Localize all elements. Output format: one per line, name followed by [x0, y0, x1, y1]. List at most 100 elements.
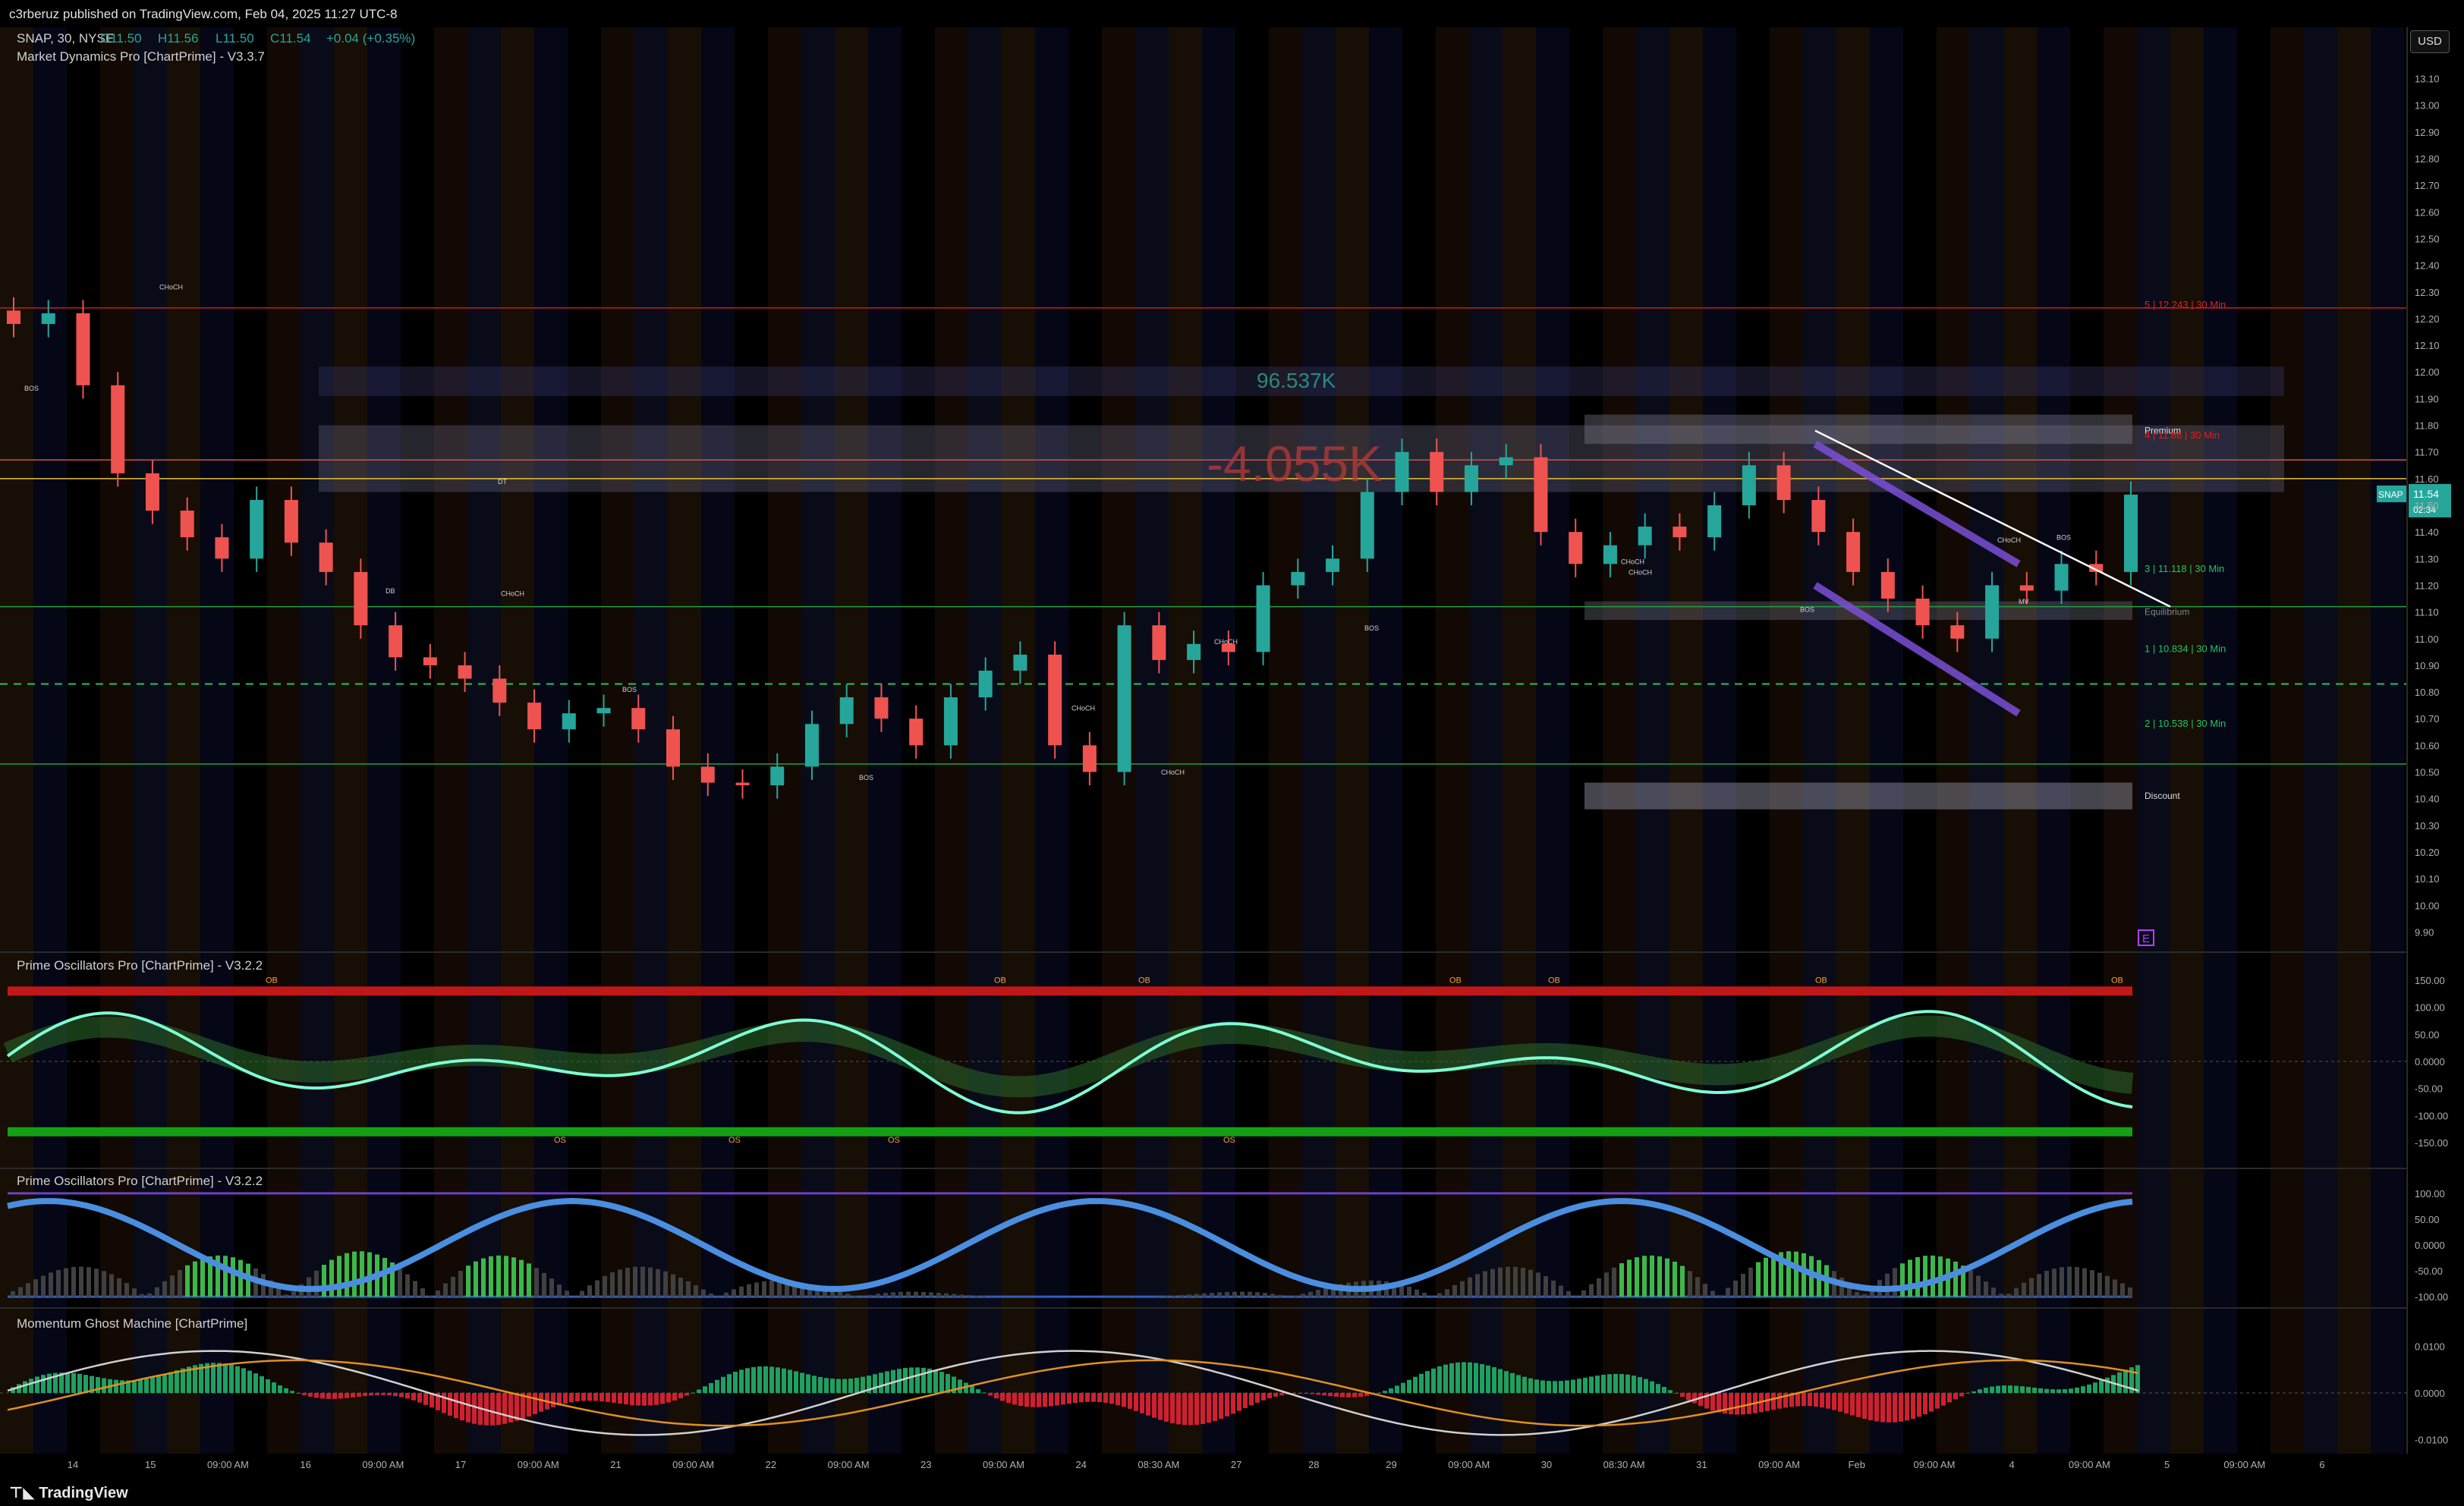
time-axis[interactable]: 14 15 09:00 AM 16 09:00 AM 17 09:00 AM 21 09:00 …: [68, 1459, 2325, 1470]
histogram-bar: [967, 1294, 971, 1297]
time-axis-label: 09:00 AM: [362, 1459, 404, 1470]
candle-body[interactable]: [41, 313, 55, 324]
histogram-bar: [724, 1292, 729, 1297]
candle-body[interactable]: [76, 313, 90, 385]
momentum-bar: [1935, 1393, 1940, 1409]
histogram-bar: [1316, 1290, 1320, 1297]
price-axis-label: 12.00: [2415, 366, 2440, 378]
time-axis-label: 27: [1231, 1459, 1241, 1470]
candle-body[interactable]: [839, 697, 854, 725]
candle-body[interactable]: [1395, 451, 1409, 492]
candle-body[interactable]: [527, 703, 542, 730]
candle-body[interactable]: [111, 385, 125, 473]
candle-body[interactable]: [978, 670, 993, 698]
candle-body[interactable]: [284, 499, 298, 543]
candle-body[interactable]: [666, 729, 681, 767]
candle-body[interactable]: [1048, 654, 1062, 746]
candle-body[interactable]: [1880, 571, 1895, 599]
candle-body[interactable]: [1846, 532, 1861, 572]
price-tag-value: 11.54: [2413, 488, 2439, 500]
chart-canvas[interactable]: 96.537K-4.055KPremiumEquilibriumDiscount…: [0, 27, 2464, 1478]
candle-body[interactable]: [1811, 499, 1826, 533]
session-band: [1235, 27, 1269, 1454]
momentum-bar: [132, 1380, 137, 1393]
momentum-bar: [1176, 1393, 1181, 1425]
candle-body[interactable]: [458, 665, 472, 679]
candle-body[interactable]: [492, 678, 507, 703]
candle-body[interactable]: [2019, 585, 2034, 591]
level-label: 3 | 11.118 | 30 Min: [2145, 563, 2224, 574]
candle-body[interactable]: [1534, 457, 1548, 533]
momentum-bar: [515, 1393, 519, 1421]
candle-body[interactable]: [1707, 505, 1722, 538]
session-band: [200, 27, 234, 1454]
momentum-bar: [1407, 1379, 1411, 1393]
candle-body[interactable]: [1430, 451, 1444, 492]
tradingview-logo[interactable]: ⊤◣ TradingView: [9, 1483, 128, 1502]
candle-body[interactable]: [1915, 599, 1930, 626]
candle-body[interactable]: [874, 697, 889, 719]
candle-body[interactable]: [7, 310, 20, 324]
momentum-bar: [1777, 1393, 1782, 1409]
candle-body[interactable]: [389, 625, 403, 658]
momentum-bar: [423, 1393, 428, 1405]
candle-body[interactable]: [250, 499, 264, 559]
histogram-bar: [694, 1285, 698, 1297]
candle-body[interactable]: [596, 708, 611, 714]
candle-body[interactable]: [1117, 625, 1131, 772]
candle-body[interactable]: [1152, 625, 1166, 660]
histogram-bar: [1999, 1294, 2003, 1297]
candle-body[interactable]: [562, 713, 576, 730]
candle-body[interactable]: [2124, 494, 2138, 572]
candle-body[interactable]: [1360, 492, 1374, 559]
momentum-bar: [1893, 1393, 1897, 1423]
session-band: [2070, 27, 2104, 1454]
pane1-axis-label: 100.00: [2415, 1002, 2445, 1014]
candle-body[interactable]: [1464, 465, 1478, 492]
candle-body[interactable]: [735, 782, 750, 786]
candle-body[interactable]: [1291, 571, 1305, 586]
momentum-bar: [1012, 1393, 1017, 1405]
candle-body[interactable]: [631, 708, 646, 730]
ohlc-high: H11.56: [158, 31, 199, 46]
candle-body[interactable]: [770, 766, 785, 786]
candle-body[interactable]: [1985, 585, 2000, 639]
session-band: [701, 27, 735, 1454]
pane1-axis-label: 50.00: [2415, 1029, 2440, 1040]
candle-body[interactable]: [1603, 545, 1617, 564]
ob-marker: OB: [266, 976, 278, 986]
candle-body[interactable]: [2054, 564, 2069, 591]
candle-body[interactable]: [1950, 625, 1965, 639]
momentum-bar: [1540, 1380, 1545, 1393]
candle-body[interactable]: [700, 766, 715, 783]
momentum-bar: [624, 1393, 628, 1405]
candle-body[interactable]: [145, 473, 159, 511]
candle-body[interactable]: [215, 537, 229, 559]
candle-body[interactable]: [1638, 527, 1652, 545]
momentum-bar: [806, 1374, 810, 1393]
candle-body[interactable]: [909, 718, 924, 746]
candle-body[interactable]: [1499, 457, 1513, 466]
candle-body[interactable]: [319, 542, 333, 572]
momentum-bar: [2008, 1385, 2012, 1393]
candle-body[interactable]: [1082, 745, 1097, 772]
histogram-bar: [2128, 1287, 2132, 1297]
candle-body[interactable]: [1326, 558, 1340, 572]
candle-body[interactable]: [423, 657, 437, 665]
candle-body[interactable]: [1013, 654, 1027, 671]
price-axis[interactable]: 13.10 13.00 12.90 12.80 12.70 12.60 12.50 12.40…: [2415, 74, 2440, 938]
candle-body[interactable]: [1569, 532, 1583, 564]
candle-body[interactable]: [1256, 585, 1270, 652]
candle-body[interactable]: [354, 571, 368, 626]
momentum-bar: [1534, 1379, 1539, 1393]
candle-body[interactable]: [1776, 465, 1791, 500]
pane1-axis-label: 150.00: [2415, 975, 2445, 986]
candle-body[interactable]: [943, 697, 958, 746]
histogram-bar: [1483, 1271, 1487, 1297]
candle-body[interactable]: [1187, 643, 1201, 660]
candle-body[interactable]: [1742, 465, 1756, 505]
momentum-bar: [782, 1368, 786, 1393]
candle-body[interactable]: [1673, 527, 1687, 538]
candle-body[interactable]: [804, 724, 819, 767]
candle-body[interactable]: [180, 511, 194, 538]
